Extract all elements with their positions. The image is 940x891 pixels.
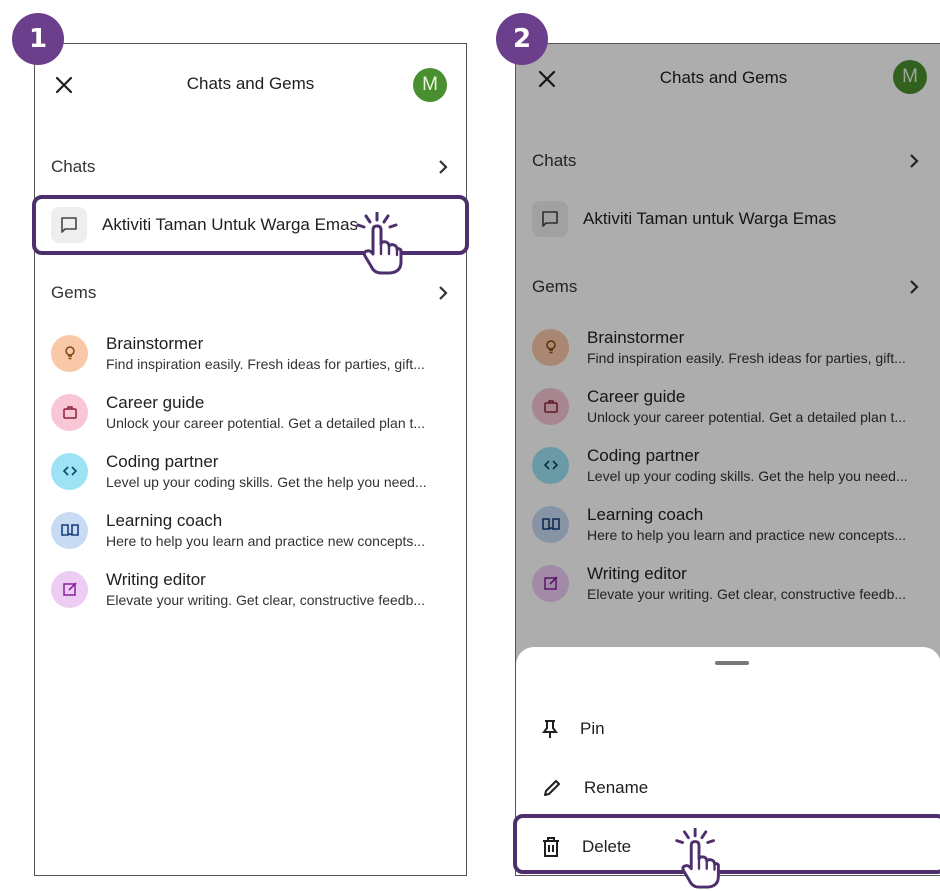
- gem-description: Elevate your writing. Get clear, constru…: [106, 591, 426, 608]
- tap-hand-icon: [675, 828, 720, 889]
- gem-item-coding-partner[interactable]: Coding partner Level up your coding skil…: [51, 445, 454, 497]
- pencil-icon: [544, 780, 560, 796]
- gem-name: Brainstormer: [106, 333, 204, 353]
- screen-2: Chats and Gems M Chats Aktiviti Taman un…: [515, 43, 940, 876]
- gem-item-career-guide[interactable]: Career guide Unlock your career potentia…: [51, 386, 454, 438]
- edit-icon: [51, 570, 88, 608]
- chats-label: Chats: [51, 157, 96, 176]
- gem-name: Career guide: [106, 392, 205, 412]
- gems-label: Gems: [51, 283, 97, 302]
- rename-label: Rename: [584, 778, 649, 797]
- gem-name: Writing editor: [106, 569, 206, 589]
- highlight-delete-option: [513, 814, 940, 874]
- chevron-right-icon: [439, 160, 448, 174]
- gem-description: Here to help you learn and practice new …: [106, 532, 426, 549]
- step-badge-2: 2: [496, 13, 548, 65]
- rename-option[interactable]: Rename: [542, 768, 648, 808]
- avatar[interactable]: M: [413, 68, 447, 102]
- top-bar: Chats and Gems M: [35, 44, 466, 124]
- briefcase-icon: [51, 393, 88, 431]
- chevron-right-icon: [439, 286, 448, 300]
- tap-hand-icon: [356, 212, 403, 275]
- gem-description: Unlock your career potential. Get a deta…: [106, 414, 426, 431]
- book-icon: [51, 511, 88, 549]
- pin-label: Pin: [580, 719, 605, 738]
- gem-description: Find inspiration easily. Fresh ideas for…: [106, 355, 425, 372]
- pin-option[interactable]: Pin: [542, 709, 605, 749]
- gem-item-brainstormer[interactable]: Brainstormer Find inspiration easily. Fr…: [51, 327, 454, 379]
- pin-icon: [542, 720, 558, 738]
- drag-handle[interactable]: [715, 661, 749, 665]
- gem-name: Coding partner: [106, 451, 219, 471]
- code-icon: [51, 452, 88, 490]
- gem-item-learning-coach[interactable]: Learning coach Here to help you learn an…: [51, 504, 454, 556]
- page-title: Chats and Gems: [186, 74, 315, 93]
- step-badge-1: 1: [12, 13, 64, 65]
- screen-1: Chats and Gems M Chats Aktiviti Taman Un…: [34, 43, 467, 876]
- gem-name: Learning coach: [106, 510, 223, 530]
- gems-section-header[interactable]: Gems: [51, 273, 450, 313]
- gem-item-writing-editor[interactable]: Writing editor Elevate your writing. Get…: [51, 563, 454, 615]
- chats-section-header[interactable]: Chats: [51, 147, 450, 187]
- lightbulb-icon: [51, 334, 88, 372]
- gem-description: Level up your coding skills. Get the hel…: [106, 473, 427, 490]
